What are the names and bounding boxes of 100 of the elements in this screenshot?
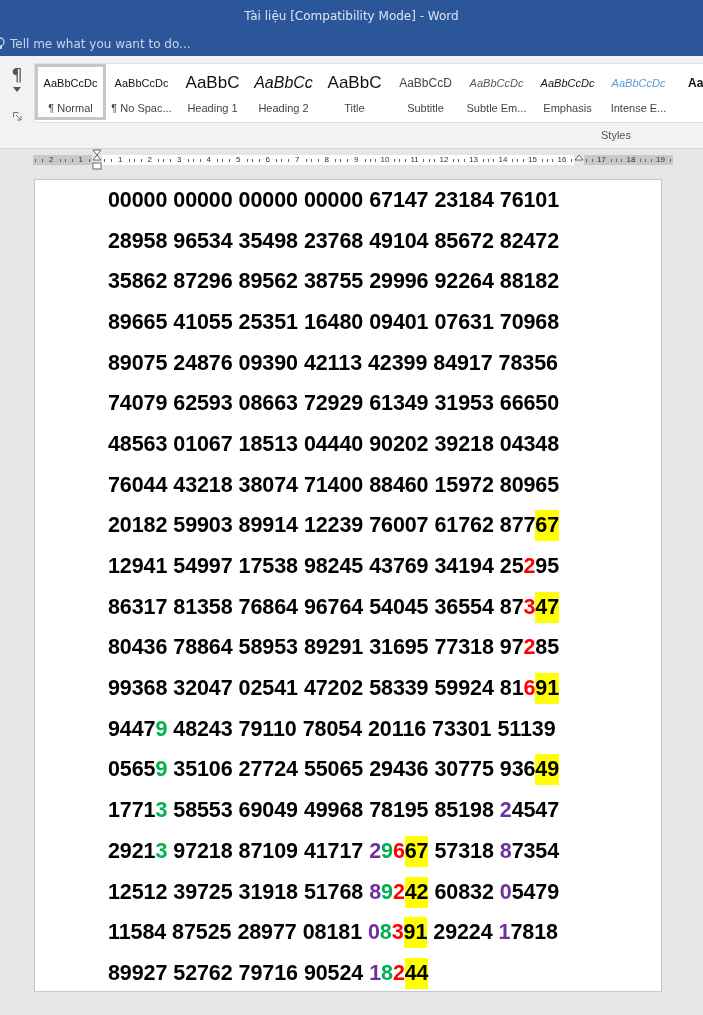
caret-icon[interactable] [13, 87, 21, 92]
number-group: 92264 [434, 266, 494, 298]
number-group: 00000 [303, 184, 364, 216]
number-group: 79110 [238, 713, 297, 745]
number-group: 97218 [173, 835, 233, 867]
number-group: 30775 [434, 754, 494, 786]
number-group: 38074 [238, 469, 298, 501]
indent-marker-icon[interactable] [92, 149, 102, 171]
number-group: 76007 [369, 510, 429, 542]
number-group: 77318 [434, 632, 494, 664]
number-group: 39725 [173, 876, 233, 908]
number-group: 31695 [369, 632, 429, 664]
number-group: 76044 [108, 469, 168, 501]
number-group: 87354 [499, 835, 560, 867]
number-group: 74079 [108, 388, 168, 420]
number-group: 78195 [369, 795, 429, 827]
ruler-number: 16 [557, 155, 567, 165]
number-group: 78356 [498, 347, 558, 379]
number-group: 17818 [498, 917, 558, 949]
number-group: 58553 [173, 795, 233, 827]
number-group: 25351 [238, 306, 298, 338]
style-item[interactable]: AaBbCcDc ¶ Normal [35, 64, 106, 120]
number-group: 24547 [499, 795, 560, 827]
number-group: 18513 [238, 428, 298, 460]
number-group: 54045 [369, 591, 429, 623]
number-group: 59903 [173, 510, 233, 542]
ruler-number: 4 [206, 155, 211, 165]
number-group: 35106 [173, 754, 233, 786]
number-group: 88182 [499, 266, 560, 298]
number-group: 98245 [303, 551, 364, 583]
number-group: 87767 [499, 510, 560, 542]
number-group: 89562 [238, 266, 298, 298]
dialog-launcher-icon[interactable] [12, 112, 22, 121]
number-group: 80965 [499, 469, 560, 501]
ruler-number: 7 [295, 155, 300, 165]
ruler-number: 11 [410, 155, 419, 165]
number-group: 76101 [499, 184, 560, 216]
show-formatting-button[interactable]: ¶ [11, 64, 23, 85]
number-group: 32047 [173, 673, 233, 705]
group-label: Styles [600, 129, 632, 141]
number-group: 28958 [108, 225, 168, 257]
ruler-number: 2 [147, 155, 152, 165]
ruler-number: 3 [177, 155, 182, 165]
ruler-number: 5 [236, 155, 241, 165]
ruler-number: 8 [324, 155, 329, 165]
number-group: 73301 [432, 713, 492, 745]
number-group: 20182 [108, 510, 168, 542]
number-group: 12239 [303, 510, 364, 542]
ruler-number: 19 [656, 155, 665, 165]
number-group: 81691 [499, 673, 560, 705]
number-group: 62593 [173, 388, 233, 420]
number-group: 87525 [172, 917, 232, 949]
number-group: 76864 [238, 591, 298, 623]
number-group: 25295 [499, 551, 560, 583]
ruler-number: 17 [597, 155, 606, 165]
number-group: 78864 [173, 632, 233, 664]
number-group: 31918 [238, 876, 298, 908]
number-group: 90524 [303, 957, 364, 989]
number-group: 61349 [369, 388, 429, 420]
ruler-number: 1 [118, 155, 123, 165]
number-group: 12512 [108, 876, 168, 908]
number-group: 59924 [434, 673, 494, 705]
number-group: 51768 [303, 876, 364, 908]
number-group: 96764 [303, 591, 364, 623]
number-group: 07631 [434, 306, 494, 338]
number-group: 38755 [303, 266, 364, 298]
number-group: 55065 [303, 754, 364, 786]
tell-me-field[interactable]: Tell me what you want to do... [10, 37, 270, 51]
number-group: 89914 [238, 510, 298, 542]
number-group: 20116 [368, 713, 427, 745]
number-group: 28977 [237, 917, 297, 949]
number-group: 89075 [108, 347, 168, 379]
number-group: 96534 [173, 225, 233, 257]
ruler-number: 15 [528, 155, 537, 165]
number-group: 69049 [238, 795, 298, 827]
number-group: 89665 [108, 306, 168, 338]
number-group: 17538 [238, 551, 298, 583]
number-group: 00000 [173, 184, 233, 216]
number-group: 02541 [238, 673, 298, 705]
number-group: 39218 [434, 428, 494, 460]
number-group: 17713 [108, 795, 168, 827]
number-group: 66650 [499, 388, 560, 420]
number-group: 94479 [108, 713, 168, 745]
number-group: 82472 [499, 225, 560, 257]
number-group: 27724 [238, 754, 298, 786]
number-group: 09390 [238, 347, 298, 379]
number-group: 24876 [173, 347, 233, 379]
number-group: 35862 [108, 266, 168, 298]
number-group: 89291 [303, 632, 364, 664]
number-group: 89242 [369, 876, 429, 908]
number-group: 58339 [369, 673, 429, 705]
number-group: 34194 [434, 551, 494, 583]
number-group: 09401 [369, 306, 429, 338]
number-group: 48243 [173, 713, 233, 745]
number-group: 16480 [303, 306, 364, 338]
number-group: 80436 [108, 632, 168, 664]
number-group: 52762 [173, 957, 233, 989]
number-group: 89927 [108, 957, 168, 989]
ruler-number: 18 [626, 155, 636, 165]
number-group: 11584 [108, 917, 167, 949]
